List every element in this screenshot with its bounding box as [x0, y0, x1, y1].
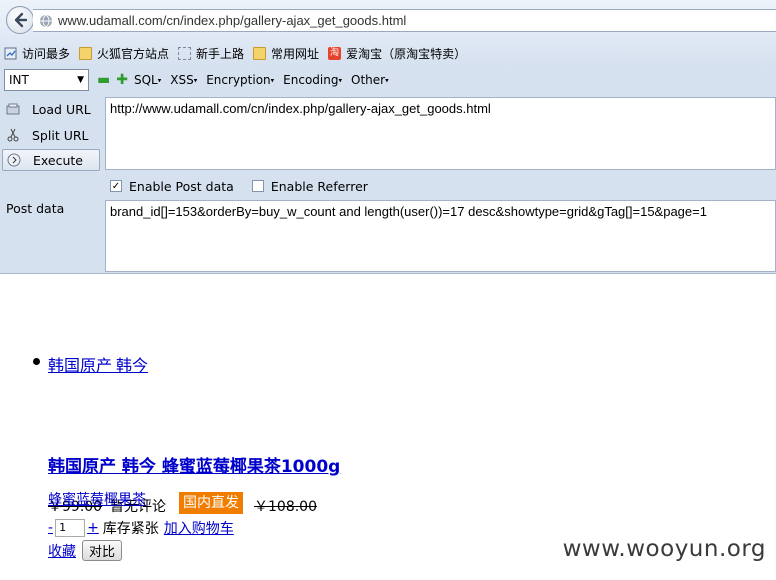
bookmark-label: 常用网址 [271, 46, 320, 61]
url-field[interactable]: www.udamall.com/cn/index.php/gallery-aja… [33, 9, 776, 32]
bookmark-label: 访问最多 [22, 46, 71, 61]
caret-icon: ▾ [270, 76, 275, 85]
product-title-link[interactable]: 韩国原产 韩今 蜂蜜蓝莓椰果茶1000g [48, 452, 340, 477]
post-data-value: brand_id[]=153&orderBy=buy_w_count and l… [110, 204, 707, 219]
hackbar-url-value: http://www.udamall.com/cn/index.php/gall… [110, 101, 491, 116]
post-data-label: Post data [6, 201, 65, 216]
menu-encoding[interactable]: Encoding▾ [283, 73, 342, 87]
bookmarks-bar: 访问最多 火狐官方站点 新手上路 常用网址 淘 爱淘宝（原淘宝特卖） [0, 40, 776, 66]
brand-link[interactable]: 韩国原产 韩今 [48, 352, 148, 376]
taobao-icon: 淘 [328, 46, 342, 60]
bookmark-most-visited[interactable]: 访问最多 [4, 45, 70, 62]
decrease-icon[interactable]: ▬ [97, 72, 110, 88]
quantity-input[interactable]: 1 [55, 519, 86, 537]
quantity-row: - 1 + 库存紧张 加入购物车 [48, 518, 234, 538]
url-text: www.udamall.com/cn/index.php/gallery-aja… [58, 13, 407, 28]
globe-icon [40, 14, 52, 27]
increase-icon[interactable]: ✚ [116, 72, 128, 88]
watermark: www.wooyun.org [562, 536, 766, 562]
stock-status: 库存紧张 [102, 521, 159, 537]
folder-icon [79, 46, 93, 60]
post-data-textarea[interactable]: brand_id[]=153&orderBy=buy_w_count and l… [105, 200, 776, 272]
menu-sql[interactable]: SQL▾ [134, 73, 161, 87]
list-bullet [33, 358, 40, 365]
back-arrow-icon [14, 12, 28, 28]
dashed-page-icon [178, 46, 192, 60]
type-select[interactable]: INT ▼ [4, 69, 89, 91]
menu-xss[interactable]: XSS▾ [170, 73, 197, 87]
bookmark-common-sites[interactable]: 常用网址 [253, 45, 319, 62]
menu-encryption[interactable]: Encryption▾ [206, 73, 274, 87]
quantity-minus-button[interactable]: - [48, 520, 53, 536]
enable-post-label: Enable Post data [129, 178, 234, 194]
caret-icon: ▾ [193, 76, 198, 85]
hackbar-panel: Load URL Split URL Execute http://www.ud… [0, 94, 776, 274]
favorite-link[interactable]: 收藏 [48, 541, 76, 561]
shipping-badge: 国内直发 [179, 492, 243, 514]
quantity-plus-button[interactable]: + [87, 520, 99, 536]
back-button[interactable] [6, 6, 34, 34]
load-url-button[interactable]: Load URL [2, 98, 100, 120]
bookmark-ai-taobao[interactable]: 淘 爱淘宝（原淘宝特卖） [328, 45, 466, 62]
folder-icon [253, 46, 267, 60]
hackbar-url-textarea[interactable]: http://www.udamall.com/cn/index.php/gall… [105, 97, 776, 170]
product-name-link[interactable]: 蜂蜜蓝莓椰果茶 [48, 489, 146, 509]
compare-button[interactable]: 对比 [82, 540, 123, 561]
bookmark-label: 爱淘宝（原淘宝特卖） [346, 46, 467, 61]
original-price: ￥108.00 [254, 499, 317, 515]
load-url-icon [6, 103, 20, 115]
scissors-icon [7, 128, 19, 142]
bookmark-label: 火狐官方站点 [97, 46, 170, 61]
menu-other[interactable]: Other▾ [351, 73, 389, 87]
caret-icon: ▾ [338, 76, 342, 85]
add-to-cart-link[interactable]: 加入购物车 [164, 518, 234, 538]
enable-referrer-checkbox[interactable] [251, 180, 264, 192]
post-options-row: ✓ Enable Post data Enable Referrer [110, 178, 368, 194]
play-icon [7, 153, 21, 167]
enable-post-checkbox[interactable]: ✓ [110, 180, 122, 192]
bookmark-label: 新手上路 [196, 46, 245, 61]
action-row: 收藏 对比 [48, 540, 123, 561]
chevron-down-icon: ▼ [77, 75, 84, 85]
type-select-value: INT [9, 73, 29, 87]
bookmark-firefox-official[interactable]: 火狐官方站点 [79, 45, 169, 62]
address-bar-row: www.udamall.com/cn/index.php/gallery-aja… [0, 0, 776, 40]
bookmark-getting-started[interactable]: 新手上路 [178, 45, 244, 62]
most-visited-icon [4, 47, 17, 60]
hackbar-toolbar: INT ▼ ▬ ✚ SQL▾ XSS▾ Encryption▾ Encoding… [0, 66, 776, 94]
enable-referrer-label: Enable Referrer [270, 178, 368, 194]
split-url-button[interactable]: Split URL [2, 124, 100, 146]
caret-icon: ▾ [385, 76, 389, 85]
execute-button[interactable]: Execute [2, 149, 100, 171]
caret-icon: ▾ [157, 76, 162, 85]
